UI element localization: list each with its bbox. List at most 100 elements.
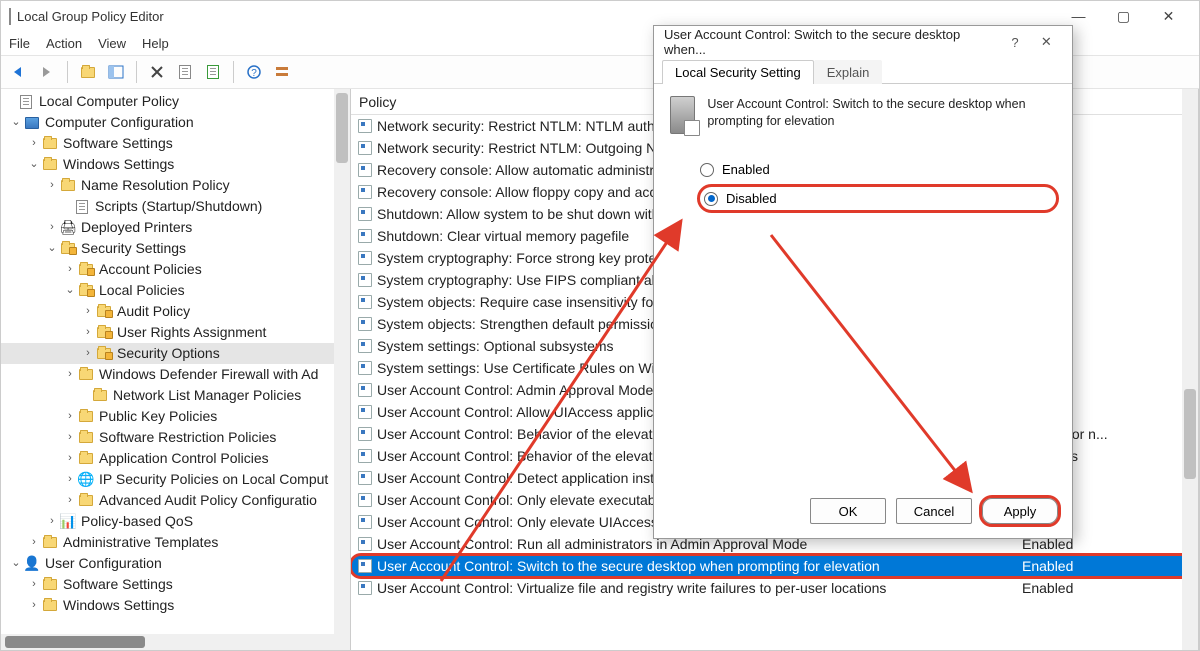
properties-dialog: User Account Control: Switch to the secu… [653, 25, 1073, 539]
radio-enabled-label: Enabled [722, 162, 770, 177]
tree-hscrollbar[interactable] [1, 634, 334, 650]
tree-vscrollbar[interactable] [334, 89, 350, 650]
registry-icon [357, 338, 373, 354]
menu-action[interactable]: Action [46, 36, 82, 51]
tree-cc[interactable]: Computer Configuration [45, 112, 194, 133]
registry-icon [357, 162, 373, 178]
tree[interactable]: Local Computer Policy ⌄Computer Configur… [1, 91, 350, 616]
tree-root[interactable]: Local Computer Policy [39, 91, 179, 112]
printer-icon: 🖨 [59, 220, 77, 236]
tree-secopt[interactable]: Security Options [117, 343, 220, 364]
app-window: Local Group Policy Editor — ▢ ✕ File Act… [0, 0, 1200, 651]
policy-label: System objects: Strengthen default permi… [377, 316, 666, 332]
computer-icon [23, 115, 41, 131]
radio-enabled[interactable]: Enabled [700, 162, 1056, 177]
show-hide-tree-button[interactable] [104, 60, 128, 84]
menu-file[interactable]: File [9, 36, 30, 51]
tree-ss[interactable]: Software Settings [63, 133, 173, 154]
tree-aapc[interactable]: Advanced Audit Policy Configuratio [99, 490, 317, 511]
tree-ss2[interactable]: Software Settings [63, 574, 173, 595]
tree-at[interactable]: Administrative Templates [63, 532, 218, 553]
back-button[interactable] [7, 60, 31, 84]
up-button[interactable] [76, 60, 100, 84]
registry-icon [357, 558, 373, 574]
tree-ws[interactable]: Windows Settings [63, 154, 174, 175]
registry-icon [357, 470, 373, 486]
tree-scripts[interactable]: Scripts (Startup/Shutdown) [95, 196, 262, 217]
registry-icon [357, 228, 373, 244]
export-button[interactable] [201, 60, 225, 84]
tree-srp[interactable]: Software Restriction Policies [99, 427, 276, 448]
tree-nrp[interactable]: Name Resolution Policy [81, 175, 230, 196]
tree-ura[interactable]: User Rights Assignment [117, 322, 266, 343]
script-icon [73, 199, 91, 215]
forward-button[interactable] [35, 60, 59, 84]
shield-icon [59, 241, 77, 257]
tree-wdf[interactable]: Windows Defender Firewall with Ad [99, 364, 318, 385]
tree-acp[interactable]: Application Control Policies [99, 448, 269, 469]
tab-local-security-setting[interactable]: Local Security Setting [662, 60, 814, 84]
radio-disabled[interactable]: Disabled [700, 187, 1056, 210]
properties-button[interactable] [173, 60, 197, 84]
cancel-button[interactable]: Cancel [896, 498, 972, 524]
registry-icon [357, 426, 373, 442]
policy-label: User Account Control: Behavior of the el… [377, 426, 663, 442]
registry-icon [357, 382, 373, 398]
window-title: Local Group Policy Editor [17, 9, 164, 24]
menu-view[interactable]: View [98, 36, 126, 51]
registry-icon [357, 140, 373, 156]
dialog-close-button[interactable]: ✕ [1031, 29, 1062, 55]
registry-icon [357, 294, 373, 310]
delete-button[interactable] [145, 60, 169, 84]
tree-ws2[interactable]: Windows Settings [63, 595, 174, 616]
tree-lp[interactable]: Local Policies [99, 280, 185, 301]
help-button[interactable]: ? [242, 60, 266, 84]
dialog-tabs: Local Security Setting Explain [654, 58, 1072, 84]
registry-icon [357, 118, 373, 134]
policy-label: Recovery console: Allow automatic admini… [377, 162, 666, 178]
policy-label: User Account Control: Virtualize file an… [377, 580, 886, 596]
tree-audit[interactable]: Audit Policy [117, 301, 190, 322]
policy-label: User Account Control: Admin Approval Mod… [377, 382, 661, 398]
policy-value: Enabled [1022, 580, 1182, 596]
dialog-help-button[interactable]: ? [999, 29, 1030, 55]
close-button[interactable]: ✕ [1146, 1, 1191, 31]
dialog-titlebar: User Account Control: Switch to the secu… [654, 26, 1072, 58]
tree-sec[interactable]: Security Settings [81, 238, 186, 259]
tree-pane: Local Computer Policy ⌄Computer Configur… [1, 89, 351, 650]
policy-label: User Account Control: Behavior of the el… [377, 448, 663, 464]
policy-row[interactable]: User Account Control: Switch to the secu… [351, 555, 1198, 577]
registry-icon [357, 184, 373, 200]
policy-label: Recovery console: Allow floppy copy and … [377, 184, 671, 200]
apply-button[interactable]: Apply [982, 498, 1058, 524]
policy-value: Enabled [1022, 558, 1182, 574]
list-vscrollbar[interactable] [1182, 89, 1198, 650]
registry-icon [357, 404, 373, 420]
svg-text:?: ? [251, 68, 257, 79]
radio-dot-icon [704, 192, 718, 206]
registry-icon [357, 316, 373, 332]
policy-label: System objects: Require case insensitivi… [377, 294, 670, 310]
policy-label: Shutdown: Clear virtual memory pagefile [377, 228, 629, 244]
ok-button[interactable]: OK [810, 498, 886, 524]
policy-label: System settings: Optional subsystems [377, 338, 614, 354]
registry-icon [357, 536, 373, 552]
tree-pkp[interactable]: Public Key Policies [99, 406, 217, 427]
tree-ap[interactable]: Account Policies [99, 259, 202, 280]
radio-disabled-label: Disabled [726, 191, 777, 206]
tab-explain[interactable]: Explain [814, 60, 883, 84]
tree-ipsec[interactable]: IP Security Policies on Local Comput [99, 469, 328, 490]
tree-nlm[interactable]: Network List Manager Policies [113, 385, 301, 406]
filter-button[interactable] [270, 60, 294, 84]
policy-label: User Account Control: Only elevate execu… [377, 492, 667, 508]
registry-icon [357, 250, 373, 266]
policy-row[interactable]: User Account Control: Virtualize file an… [351, 577, 1198, 599]
tree-pqos[interactable]: Policy-based QoS [81, 511, 193, 532]
maximize-button[interactable]: ▢ [1101, 1, 1146, 31]
menu-help[interactable]: Help [142, 36, 169, 51]
globe-icon: 🌐 [77, 472, 95, 488]
tree-uc[interactable]: User Configuration [45, 553, 162, 574]
policy-label: User Account Control: Switch to the secu… [377, 558, 880, 574]
tree-dp[interactable]: Deployed Printers [81, 217, 192, 238]
dialog-description: User Account Control: Switch to the secu… [707, 96, 1056, 130]
